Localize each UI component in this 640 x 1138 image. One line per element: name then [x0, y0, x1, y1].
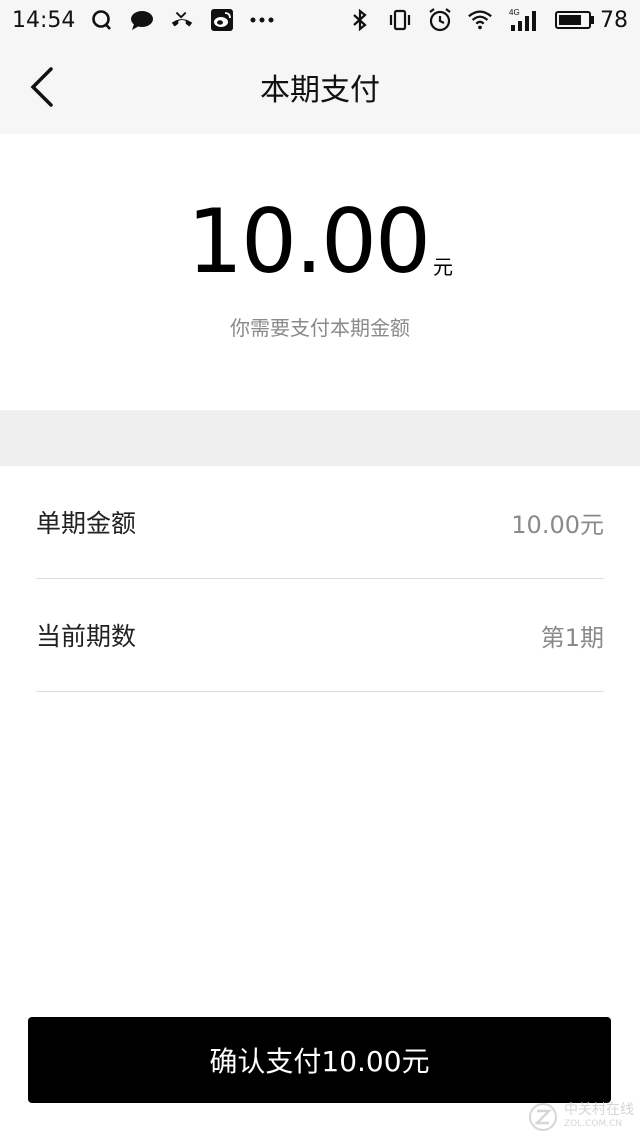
status-left: 14:54: [12, 7, 275, 33]
back-button[interactable]: [22, 64, 62, 110]
section-divider-band: [0, 410, 640, 466]
chevron-left-icon: [30, 67, 53, 107]
message-icon: [129, 7, 155, 33]
watermark-subtext: ZOL.COM.CN: [564, 1119, 623, 1129]
battery-icon: [555, 11, 591, 29]
payment-screen: 14:54 4G 78 本期支付 10.00 元 你需要支付本期金额 单期金额 …: [0, 0, 640, 1138]
detail-label: 当前期数: [36, 622, 137, 651]
detail-value: 第1期: [540, 623, 604, 652]
battery-tip: [591, 16, 594, 24]
confirm-pay-label: 确认支付10.00元: [209, 1045, 430, 1078]
watermark: 中关村在线 ZOL.COM.CN: [528, 1102, 634, 1132]
bluetooth-icon: [347, 7, 373, 33]
detail-row-current-period: 当前期数 第1期: [36, 579, 604, 692]
status-bar: 14:54 4G 78: [0, 0, 640, 40]
more-dots-icon: [249, 7, 275, 33]
missed-call-icon: [169, 7, 195, 33]
watermark-text: 中关村在线: [564, 1102, 634, 1118]
amount-display: 10.00 元: [0, 196, 640, 288]
vibrate-icon: [387, 7, 413, 33]
battery-indicator: 78: [555, 8, 628, 33]
amount-value: 10.00: [187, 190, 431, 293]
detail-list: 单期金额 10.00元 当前期数 第1期: [36, 466, 604, 692]
alarm-icon: [427, 7, 453, 33]
battery-level: 78: [600, 7, 628, 33]
network-type: 4G: [509, 8, 520, 17]
detail-row-installment-amount: 单期金额 10.00元: [36, 466, 604, 579]
detail-value: 10.00元: [511, 510, 604, 539]
amount-description: 你需要支付本期金额: [230, 316, 410, 340]
weibo-icon: [209, 7, 235, 33]
amount-unit: 元: [432, 255, 453, 279]
nav-bar: 本期支付: [0, 40, 640, 134]
amount-section: 10.00 元 你需要支付本期金额: [0, 134, 640, 410]
zol-logo-icon: [529, 1103, 557, 1131]
status-time: 14:54: [12, 7, 76, 33]
detail-label: 单期金额: [36, 509, 137, 538]
qq-icon: [89, 7, 115, 33]
battery-fill: [559, 15, 581, 25]
confirm-pay-button[interactable]: 确认支付10.00元: [28, 1017, 611, 1103]
wifi-icon: [467, 7, 493, 33]
status-right: 4G 78: [347, 7, 628, 33]
page-title: 本期支付: [260, 73, 380, 108]
signal-icon: 4G: [507, 7, 541, 33]
